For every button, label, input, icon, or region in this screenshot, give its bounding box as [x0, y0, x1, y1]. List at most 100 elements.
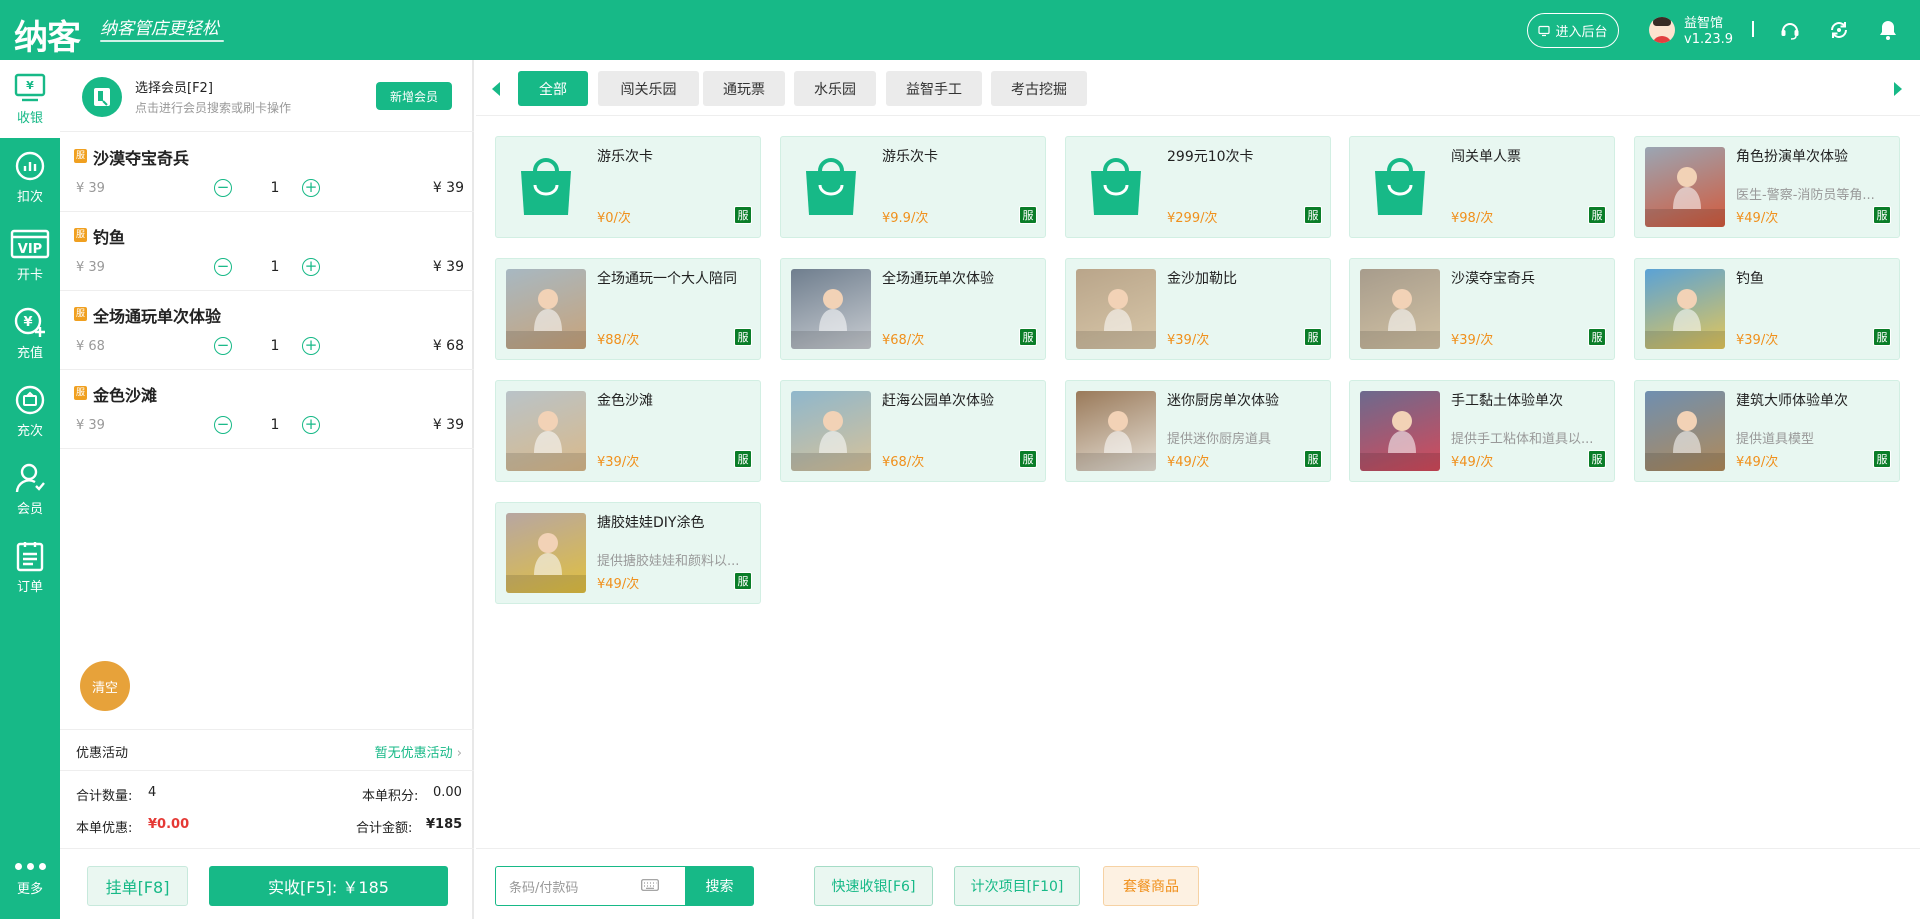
product-name: 游乐次卡	[597, 149, 653, 165]
product-card[interactable]: 搪胶娃娃DIY涂色 提供搪胶娃娃和颜料以... ¥49/次 服	[495, 502, 761, 604]
cart-item-name: 全场通玩单次体验	[93, 307, 222, 326]
product-card[interactable]: 沙漠夺宝奇兵 ¥39/次 服	[1349, 258, 1615, 360]
slogan-underline	[100, 40, 224, 42]
scroll-right-icon[interactable]	[1894, 82, 1902, 96]
product-card[interactable]: 全场通玩一个大人陪同 ¥88/次 服	[495, 258, 761, 360]
service-badge: 服	[74, 307, 87, 321]
promotion-link[interactable]: 暂无优惠活动 ›	[375, 742, 462, 761]
nav-more-label: 更多	[16, 882, 43, 897]
product-name: 搪胶娃娃DIY涂色	[597, 515, 705, 531]
product-description: 医生-警察-消防员等角...	[1736, 188, 1875, 203]
cart-item-qty[interactable]: 1	[260, 180, 290, 196]
shopping-bag-icon	[1360, 147, 1440, 227]
cart-item-qty[interactable]: 1	[260, 417, 290, 433]
nav-label: 充值	[16, 345, 43, 361]
refresh-icon[interactable]	[1827, 18, 1851, 42]
service-tag: 服	[1304, 328, 1322, 346]
product-card[interactable]: 赶海公园单次体验 ¥68/次 服	[780, 380, 1046, 482]
increase-qty-button[interactable]: +	[302, 179, 320, 197]
nav-more[interactable]: 更多	[0, 841, 60, 919]
search-button[interactable]: 搜索	[685, 866, 754, 906]
cart-item-name: 沙漠夺宝奇兵	[93, 149, 190, 168]
tab-adventure-park[interactable]: 闯关乐园	[598, 71, 699, 106]
product-price: ¥98/次	[1451, 211, 1494, 226]
checkout-button[interactable]: 实收[F5]: ￥185	[209, 866, 448, 906]
points-value: 0.00	[433, 785, 462, 800]
product-thumbnail	[1360, 391, 1440, 471]
recharge-icon: ¥	[14, 307, 45, 337]
vip-card-icon: VIP	[10, 229, 50, 258]
product-card[interactable]: 金色沙滩 ¥39/次 服	[495, 380, 761, 482]
more-icon	[14, 863, 46, 870]
product-card[interactable]: 全场通玩单次体验 ¥68/次 服	[780, 258, 1046, 360]
increase-qty-button[interactable]: +	[302, 416, 320, 434]
hold-order-button[interactable]: 挂单[F8]	[87, 866, 188, 906]
member-selector[interactable]: 选择会员[F2] 点击进行会员搜索或刷卡操作 新增会员	[60, 60, 474, 132]
nav-recharge-times[interactable]: 充次	[0, 372, 60, 450]
cart-item-qty[interactable]: 1	[260, 338, 290, 354]
product-price: ¥39/次	[1167, 333, 1210, 348]
tab-water-park[interactable]: 水乐园	[794, 71, 876, 106]
product-card[interactable]: 游乐次卡 ¥0/次 服	[495, 136, 761, 238]
product-price: ¥49/次	[1167, 455, 1210, 470]
decrease-qty-button[interactable]: −	[214, 416, 232, 434]
product-card[interactable]: 建筑大师体验单次 提供道具模型 ¥49/次 服	[1634, 380, 1900, 482]
product-card[interactable]: 手工黏土体验单次 提供手工粘体和道具以... ¥49/次 服	[1349, 380, 1615, 482]
product-card[interactable]: 钓鱼 ¥39/次 服	[1634, 258, 1900, 360]
tab-crafts[interactable]: 益智手工	[886, 71, 982, 106]
nav-order[interactable]: 订单	[0, 528, 60, 606]
order-icon	[16, 541, 44, 571]
decrease-qty-button[interactable]: −	[214, 337, 232, 355]
service-tag: 服	[1588, 328, 1606, 346]
points-label: 本单积分:	[362, 789, 419, 804]
product-price: ¥39/次	[1451, 333, 1494, 348]
member-icon	[15, 463, 45, 492]
cart-item-qty[interactable]: 1	[260, 259, 290, 275]
nav-deduct[interactable]: 扣次	[0, 138, 60, 216]
nav-label: 订单	[16, 579, 43, 595]
product-name: 金色沙滩	[597, 393, 653, 409]
enter-backend-button[interactable]: 进入后台	[1527, 13, 1619, 48]
customer-service-icon[interactable]	[1778, 18, 1802, 42]
increase-qty-button[interactable]: +	[302, 258, 320, 276]
category-tabs: 全部 闯关乐园 通玩票 水乐园 益智手工 考古挖掘	[476, 60, 1920, 116]
product-name: 钓鱼	[1736, 271, 1764, 287]
product-card[interactable]: 迷你厨房单次体验 提供迷你厨房道具 ¥49/次 服	[1065, 380, 1331, 482]
count-items-button[interactable]: 计次项目[F10]	[954, 866, 1080, 906]
bell-icon[interactable]	[1876, 18, 1900, 42]
header-divider	[1752, 21, 1754, 37]
service-badge: 服	[74, 149, 87, 163]
quick-cash-button[interactable]: 快速收银[F6]	[814, 866, 933, 906]
tab-all-access[interactable]: 通玩票	[703, 71, 785, 106]
product-card[interactable]: 金沙加勒比 ¥39/次 服	[1065, 258, 1331, 360]
promotion-value: 暂无优惠活动	[374, 746, 453, 761]
product-card[interactable]: 闯关单人票 ¥98/次 服	[1349, 136, 1615, 238]
product-thumbnail	[791, 269, 871, 349]
nav-recharge[interactable]: ¥ 充值	[0, 294, 60, 372]
nav-open-card[interactable]: VIP 开卡	[0, 216, 60, 294]
nav-member[interactable]: 会员	[0, 450, 60, 528]
product-card[interactable]: 游乐次卡 ¥9.9/次 服	[780, 136, 1046, 238]
total-qty-label: 合计数量:	[76, 789, 133, 804]
side-nav: ¥ 收银 扣次 VIP 开卡 ¥ 充值 充次 会员 订单 更多	[0, 60, 60, 919]
package-products-button[interactable]: 套餐商品	[1103, 866, 1199, 906]
decrease-qty-button[interactable]: −	[214, 179, 232, 197]
product-card[interactable]: 299元10次卡 ¥299/次 服	[1065, 136, 1331, 238]
nav-cashier[interactable]: ¥ 收银	[0, 60, 60, 138]
decrease-qty-button[interactable]: −	[214, 258, 232, 276]
avatar[interactable]	[1649, 17, 1675, 43]
increase-qty-button[interactable]: +	[302, 337, 320, 355]
product-name: 闯关单人票	[1451, 149, 1521, 165]
clear-cart-button[interactable]: 清空	[80, 661, 130, 711]
keyboard-icon[interactable]	[641, 879, 659, 891]
tab-archaeology[interactable]: 考古挖掘	[991, 71, 1087, 106]
product-card[interactable]: 角色扮演单次体验 医生-警察-消防员等角... ¥49/次 服	[1634, 136, 1900, 238]
product-thumbnail	[1645, 269, 1725, 349]
product-price: ¥9.9/次	[882, 211, 929, 226]
scroll-left-icon[interactable]	[492, 82, 500, 96]
nav-label: 扣次	[16, 189, 43, 205]
promotion-label: 优惠活动	[76, 746, 129, 761]
tab-all[interactable]: 全部	[518, 71, 588, 106]
product-thumbnail	[1360, 269, 1440, 349]
add-member-button[interactable]: 新增会员	[376, 82, 452, 110]
